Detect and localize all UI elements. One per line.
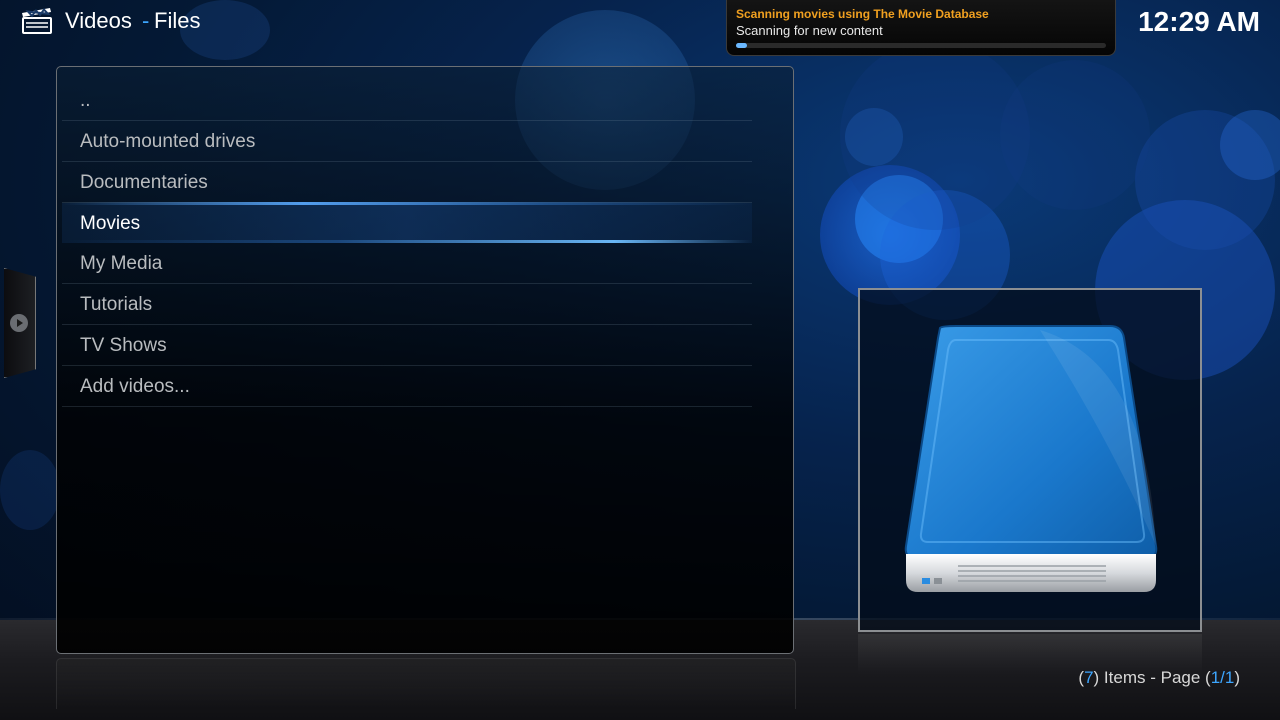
list-item-documentaries[interactable]: Documentaries — [62, 162, 752, 203]
list-item-tutorials[interactable]: Tutorials — [62, 284, 752, 325]
list-item-label: My Media — [80, 253, 163, 274]
list-item-my-media[interactable]: My Media — [62, 243, 752, 284]
scan-notification: Scanning movies using The Movie Database… — [726, 0, 1116, 56]
clapperboard-icon — [22, 8, 52, 34]
list-item-label: Add videos... — [80, 376, 190, 397]
panel-reflection — [56, 658, 796, 709]
title-separator: - — [142, 8, 150, 33]
notification-title: Scanning movies using The Movie Database — [736, 7, 989, 21]
bokeh-circle — [1000, 60, 1150, 210]
selection-highlight — [62, 203, 752, 243]
list-item-label: Documentaries — [80, 172, 208, 193]
item-count: 7 — [1084, 668, 1094, 687]
page-indicator: 1/1 — [1210, 668, 1235, 687]
page-subtitle: Files — [154, 8, 201, 33]
bokeh-circle — [0, 450, 60, 530]
footer-close-paren: ) — [1234, 668, 1240, 687]
list-item-label: Movies — [80, 213, 141, 234]
list-item-parent[interactable]: .. — [62, 80, 752, 121]
list-item-label: .. — [80, 90, 91, 111]
list-item-add-videos[interactable]: Add videos... — [62, 366, 752, 407]
selection-glow-top — [62, 202, 752, 205]
clock: 12:29 AM — [1138, 6, 1260, 37]
list-item-label: Auto-mounted drives — [80, 131, 256, 152]
kodi-screen: Videos - Files 12:29 AM Scanning movies … — [0, 0, 1280, 720]
thumbnail-frame — [858, 288, 1202, 632]
hard-drive-icon — [904, 325, 1158, 592]
item-count-footer: (7) Items - Page (1/1) — [1078, 668, 1240, 688]
arrow-right-icon[interactable] — [10, 314, 28, 332]
list-item-label: TV Shows — [80, 335, 167, 356]
footer-items-text: ) Items - Page ( — [1093, 668, 1211, 687]
notification-message: Scanning for new content — [736, 23, 883, 38]
file-list: .. Auto-mounted drives Documentaries Mov… — [62, 80, 752, 407]
page-title: Videos — [65, 8, 132, 33]
list-item-tv-shows[interactable]: TV Shows — [62, 325, 752, 366]
list-item-movies[interactable]: Movies — [62, 202, 752, 243]
scan-progress-bar — [736, 43, 1106, 48]
scan-progress-fill — [736, 43, 748, 48]
list-item-auto-mounted-drives[interactable]: Auto-mounted drives — [62, 121, 752, 162]
list-item-label: Tutorials — [80, 294, 153, 315]
